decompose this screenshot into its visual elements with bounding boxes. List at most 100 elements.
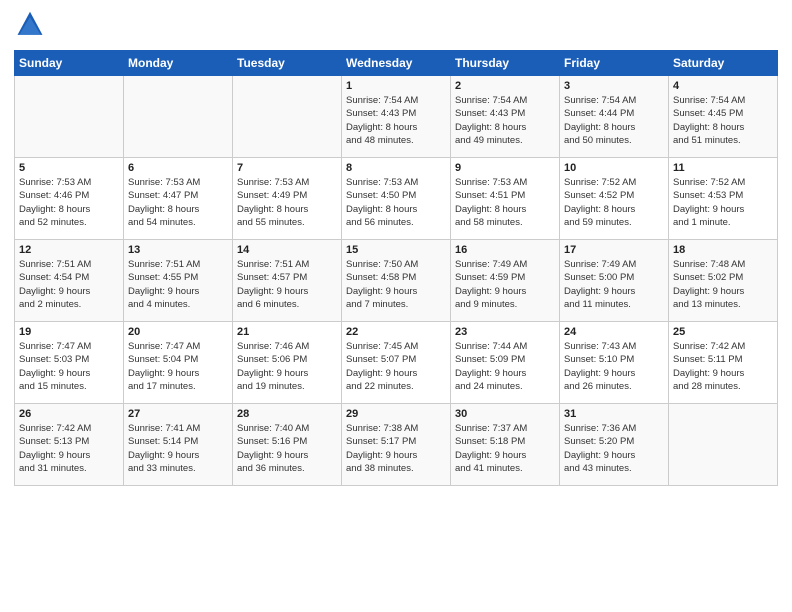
day-info: Sunrise: 7:47 AM Sunset: 5:04 PM Dayligh… xyxy=(128,340,228,393)
day-number: 25 xyxy=(673,326,773,338)
day-info: Sunrise: 7:40 AM Sunset: 5:16 PM Dayligh… xyxy=(237,422,337,475)
day-number: 30 xyxy=(455,408,555,420)
weekday-wednesday: Wednesday xyxy=(342,51,451,76)
day-number: 13 xyxy=(128,244,228,256)
day-number: 15 xyxy=(346,244,446,256)
day-info: Sunrise: 7:42 AM Sunset: 5:11 PM Dayligh… xyxy=(673,340,773,393)
weekday-saturday: Saturday xyxy=(669,51,778,76)
day-info: Sunrise: 7:43 AM Sunset: 5:10 PM Dayligh… xyxy=(564,340,664,393)
day-number: 14 xyxy=(237,244,337,256)
day-info: Sunrise: 7:41 AM Sunset: 5:14 PM Dayligh… xyxy=(128,422,228,475)
calendar-cell: 22 Sunrise: 7:45 AM Sunset: 5:07 PM Dayli… xyxy=(342,322,451,404)
day-info: Sunrise: 7:37 AM Sunset: 5:18 PM Dayligh… xyxy=(455,422,555,475)
day-number: 17 xyxy=(564,244,664,256)
calendar-cell: 25 Sunrise: 7:42 AM Sunset: 5:11 PM Dayli… xyxy=(669,322,778,404)
day-number: 4 xyxy=(673,80,773,92)
calendar-cell: 20 Sunrise: 7:47 AM Sunset: 5:04 PM Dayli… xyxy=(124,322,233,404)
calendar-cell: 24Sunrise: 7:43 AM Sunset: 5:10 PM Dayli… xyxy=(560,322,669,404)
weekday-sunday: Sunday xyxy=(15,51,124,76)
day-info: Sunrise: 7:49 AM Sunset: 5:00 PM Dayligh… xyxy=(564,258,664,311)
day-number: 3 xyxy=(564,80,664,92)
day-number: 7 xyxy=(237,162,337,174)
calendar-cell xyxy=(669,404,778,486)
week-row-4: 19Sunrise: 7:47 AM Sunset: 5:03 PM Dayli… xyxy=(15,322,778,404)
day-number: 12 xyxy=(19,244,119,256)
day-info: Sunrise: 7:51 AM Sunset: 4:55 PM Dayligh… xyxy=(128,258,228,311)
weekday-header-row: SundayMondayTuesdayWednesdayThursdayFrid… xyxy=(15,51,778,76)
week-row-3: 12Sunrise: 7:51 AM Sunset: 4:54 PM Dayli… xyxy=(15,240,778,322)
calendar-cell: 16Sunrise: 7:49 AM Sunset: 4:59 PM Dayli… xyxy=(451,240,560,322)
day-number: 20 xyxy=(128,326,228,338)
weekday-friday: Friday xyxy=(560,51,669,76)
calendar-cell: 14Sunrise: 7:51 AM Sunset: 4:57 PM Dayli… xyxy=(233,240,342,322)
calendar-cell: 8 Sunrise: 7:53 AM Sunset: 4:50 PM Daylig… xyxy=(342,158,451,240)
day-number: 22 xyxy=(346,326,446,338)
day-number: 1 xyxy=(346,80,446,92)
day-number: 11 xyxy=(673,162,773,174)
day-info: Sunrise: 7:54 AM Sunset: 4:45 PM Dayligh… xyxy=(673,94,773,147)
day-info: Sunrise: 7:52 AM Sunset: 4:52 PM Dayligh… xyxy=(564,176,664,229)
calendar-cell: 19Sunrise: 7:47 AM Sunset: 5:03 PM Dayli… xyxy=(15,322,124,404)
day-number: 26 xyxy=(19,408,119,420)
calendar-cell: 9Sunrise: 7:53 AM Sunset: 4:51 PM Daylig… xyxy=(451,158,560,240)
week-row-1: 1 Sunrise: 7:54 AM Sunset: 4:43 PM Daylig… xyxy=(15,76,778,158)
weekday-tuesday: Tuesday xyxy=(233,51,342,76)
day-number: 19 xyxy=(19,326,119,338)
day-info: Sunrise: 7:53 AM Sunset: 4:46 PM Dayligh… xyxy=(19,176,119,229)
page-header xyxy=(14,10,778,42)
calendar-cell: 2 Sunrise: 7:54 AM Sunset: 4:43 PM Daylig… xyxy=(451,76,560,158)
day-info: Sunrise: 7:42 AM Sunset: 5:13 PM Dayligh… xyxy=(19,422,119,475)
calendar-cell: 6 Sunrise: 7:53 AM Sunset: 4:47 PM Daylig… xyxy=(124,158,233,240)
day-info: Sunrise: 7:46 AM Sunset: 5:06 PM Dayligh… xyxy=(237,340,337,393)
day-number: 27 xyxy=(128,408,228,420)
calendar-cell: 10 Sunrise: 7:52 AM Sunset: 4:52 PM Dayli… xyxy=(560,158,669,240)
calendar-cell: 3 Sunrise: 7:54 AM Sunset: 4:44 PM Daylig… xyxy=(560,76,669,158)
calendar-cell: 18 Sunrise: 7:48 AM Sunset: 5:02 PM Dayli… xyxy=(669,240,778,322)
day-info: Sunrise: 7:49 AM Sunset: 4:59 PM Dayligh… xyxy=(455,258,555,311)
weekday-monday: Monday xyxy=(124,51,233,76)
day-info: Sunrise: 7:44 AM Sunset: 5:09 PM Dayligh… xyxy=(455,340,555,393)
day-number: 10 xyxy=(564,162,664,174)
calendar-body: 1 Sunrise: 7:54 AM Sunset: 4:43 PM Daylig… xyxy=(15,76,778,486)
calendar-cell: 28 Sunrise: 7:40 AM Sunset: 5:16 PM Dayli… xyxy=(233,404,342,486)
day-number: 2 xyxy=(455,80,555,92)
calendar-cell xyxy=(233,76,342,158)
day-info: Sunrise: 7:36 AM Sunset: 5:20 PM Dayligh… xyxy=(564,422,664,475)
week-row-5: 26 Sunrise: 7:42 AM Sunset: 5:13 PM Dayli… xyxy=(15,404,778,486)
calendar-cell: 21 Sunrise: 7:46 AM Sunset: 5:06 PM Dayli… xyxy=(233,322,342,404)
day-info: Sunrise: 7:52 AM Sunset: 4:53 PM Dayligh… xyxy=(673,176,773,229)
day-info: Sunrise: 7:50 AM Sunset: 4:58 PM Dayligh… xyxy=(346,258,446,311)
calendar-cell: 17 Sunrise: 7:49 AM Sunset: 5:00 PM Dayli… xyxy=(560,240,669,322)
day-number: 5 xyxy=(19,162,119,174)
calendar-cell: 27 Sunrise: 7:41 AM Sunset: 5:14 PM Dayli… xyxy=(124,404,233,486)
calendar-cell: 4 Sunrise: 7:54 AM Sunset: 4:45 PM Daylig… xyxy=(669,76,778,158)
day-number: 31 xyxy=(564,408,664,420)
day-info: Sunrise: 7:54 AM Sunset: 4:43 PM Dayligh… xyxy=(455,94,555,147)
calendar-cell: 23 Sunrise: 7:44 AM Sunset: 5:09 PM Dayli… xyxy=(451,322,560,404)
calendar-cell: 26 Sunrise: 7:42 AM Sunset: 5:13 PM Dayli… xyxy=(15,404,124,486)
day-number: 18 xyxy=(673,244,773,256)
day-info: Sunrise: 7:48 AM Sunset: 5:02 PM Dayligh… xyxy=(673,258,773,311)
day-number: 23 xyxy=(455,326,555,338)
day-info: Sunrise: 7:45 AM Sunset: 5:07 PM Dayligh… xyxy=(346,340,446,393)
day-number: 29 xyxy=(346,408,446,420)
calendar-cell: 13 Sunrise: 7:51 AM Sunset: 4:55 PM Dayli… xyxy=(124,240,233,322)
calendar: SundayMondayTuesdayWednesdayThursdayFrid… xyxy=(14,50,778,486)
logo xyxy=(14,10,50,42)
calendar-cell xyxy=(124,76,233,158)
day-number: 9 xyxy=(455,162,555,174)
day-info: Sunrise: 7:53 AM Sunset: 4:49 PM Dayligh… xyxy=(237,176,337,229)
day-info: Sunrise: 7:38 AM Sunset: 5:17 PM Dayligh… xyxy=(346,422,446,475)
logo-icon xyxy=(14,10,46,42)
day-info: Sunrise: 7:54 AM Sunset: 4:44 PM Dayligh… xyxy=(564,94,664,147)
calendar-cell: 5 Sunrise: 7:53 AM Sunset: 4:46 PM Daylig… xyxy=(15,158,124,240)
calendar-cell: 1Sunrise: 7:54 AM Sunset: 4:43 PM Daylig… xyxy=(342,76,451,158)
day-info: Sunrise: 7:53 AM Sunset: 4:50 PM Dayligh… xyxy=(346,176,446,229)
calendar-cell: 7 Sunrise: 7:53 AM Sunset: 4:49 PM Daylig… xyxy=(233,158,342,240)
day-number: 21 xyxy=(237,326,337,338)
day-number: 28 xyxy=(237,408,337,420)
day-number: 6 xyxy=(128,162,228,174)
day-info: Sunrise: 7:53 AM Sunset: 4:47 PM Dayligh… xyxy=(128,176,228,229)
calendar-cell xyxy=(15,76,124,158)
day-number: 8 xyxy=(346,162,446,174)
